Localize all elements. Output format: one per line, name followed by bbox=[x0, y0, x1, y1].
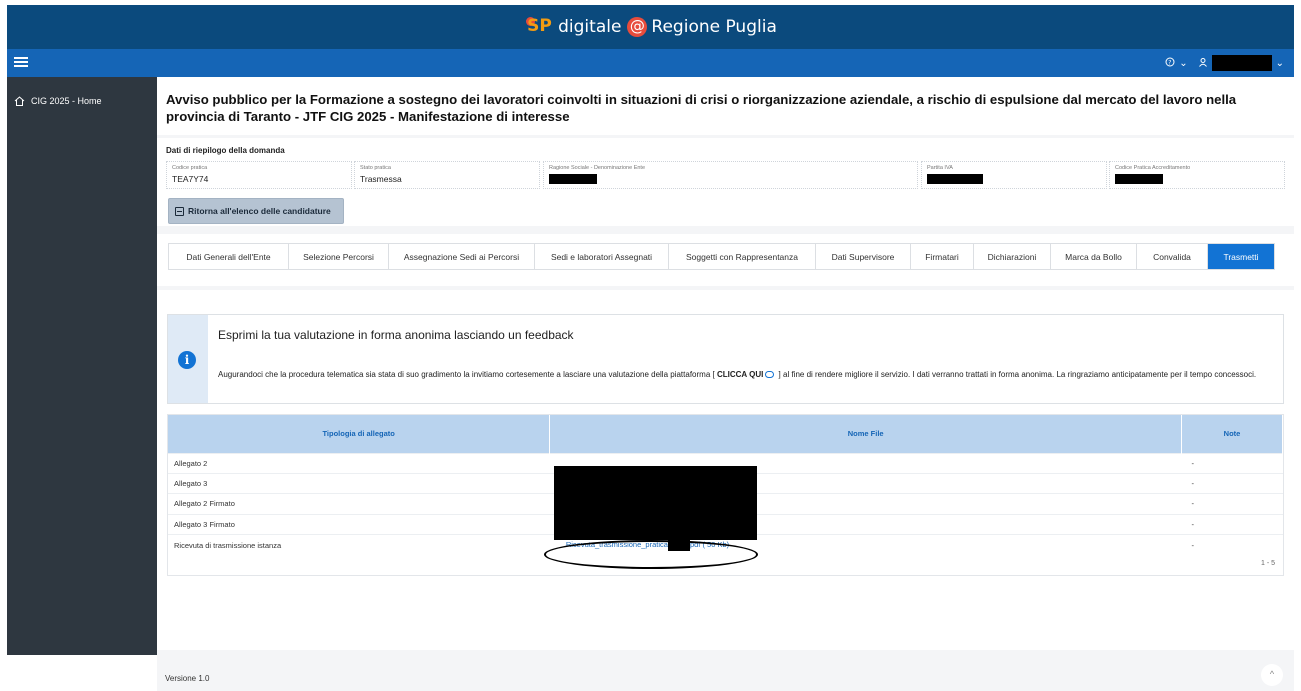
at-logo-icon: @ bbox=[627, 17, 648, 37]
back-to-list-button[interactable]: Ritorna all'elenco delle candidature bbox=[168, 198, 344, 224]
feedback-text: Augurandoci che la procedura telematica … bbox=[218, 370, 1257, 379]
tab-dichiarazioni[interactable]: Dichiarazioni bbox=[974, 244, 1051, 269]
footer: Versione 1.0 ^ bbox=[157, 655, 1294, 691]
brand-logo[interactable]: SP digitale @ Regione Puglia bbox=[524, 15, 777, 39]
stato-pratica-value: Trasmessa bbox=[360, 174, 402, 184]
highlight-oval bbox=[544, 540, 758, 569]
tabs-region: Dati Generali dell'Ente Selezione Percor… bbox=[157, 234, 1294, 286]
column-header-nome-file[interactable]: Nome File bbox=[549, 415, 1183, 453]
attachment-type: Allegato 3 Firmato bbox=[168, 513, 550, 535]
navbar-right: ? ⌄ ⌄ bbox=[1165, 55, 1284, 71]
version-label: Versione 1.0 bbox=[165, 674, 210, 683]
feedback-link[interactable]: CLICCA QUI bbox=[717, 370, 763, 379]
feedback-alert: i Esprimi la tua valutazione in forma an… bbox=[167, 314, 1284, 404]
tab-firmatari[interactable]: Firmatari bbox=[911, 244, 974, 269]
sidebar-item-home[interactable]: CIG 2025 - Home bbox=[7, 77, 157, 106]
feedback-title: Esprimi la tua valutazione in forma anon… bbox=[218, 328, 574, 342]
attachment-type: Allegato 2 Firmato bbox=[168, 493, 550, 515]
attachment-note: - bbox=[1181, 534, 1283, 555]
table-pagination: 1 - 5 bbox=[1260, 560, 1275, 567]
column-header-tipologia[interactable]: Tipologia di allegato bbox=[168, 415, 551, 453]
svg-text:?: ? bbox=[1168, 59, 1171, 66]
brand-region: Regione Puglia bbox=[651, 17, 777, 37]
tab-dati-generali[interactable]: Dati Generali dell'Ente bbox=[169, 244, 289, 269]
tab-soggetti-rappresentanza[interactable]: Soggetti con Rappresentanza bbox=[669, 244, 816, 269]
feedback-icon-column: i bbox=[168, 315, 208, 403]
tab-marca-da-bollo[interactable]: Marca da Bollo bbox=[1051, 244, 1137, 269]
scroll-top-button[interactable]: ^ bbox=[1261, 664, 1283, 686]
user-icon[interactable] bbox=[1198, 57, 1208, 70]
summary-heading: Dati di riepilogo della domanda bbox=[166, 146, 285, 155]
summary-panel: Dati di riepilogo della domanda Codice p… bbox=[157, 138, 1294, 226]
ragione-sociale-redacted bbox=[549, 174, 597, 184]
info-icon: i bbox=[178, 351, 196, 369]
main-content: Avviso pubblico per la Formazione a sost… bbox=[157, 77, 1294, 655]
attachment-note: - bbox=[1181, 452, 1283, 474]
user-name-redacted[interactable] bbox=[1211, 55, 1272, 71]
column-header-note[interactable]: Note bbox=[1181, 415, 1283, 453]
attachments-table-region: Tipologia di allegato Nome File Note All… bbox=[167, 414, 1284, 576]
tab-selezione-percorsi[interactable]: Selezione Percorsi bbox=[289, 244, 389, 269]
codice-pratica-value: TEA7Y74 bbox=[172, 174, 209, 184]
page-title: Avviso pubblico per la Formazione a sost… bbox=[166, 92, 1237, 124]
attachment-type: Allegato 3 bbox=[168, 472, 550, 494]
field-partita-iva: Partita IVA bbox=[921, 161, 1107, 189]
file-names-redacted bbox=[554, 466, 757, 540]
menu-icon[interactable] bbox=[14, 55, 28, 69]
field-codice-accreditamento: Codice Pratica Accreditamento bbox=[1109, 161, 1285, 189]
trasmetti-panel: i Esprimi la tua valutazione in forma an… bbox=[157, 290, 1294, 650]
home-icon bbox=[14, 96, 25, 106]
top-header: SP digitale @ Regione Puglia bbox=[7, 5, 1294, 49]
user-chevron-icon[interactable]: ⌄ bbox=[1276, 58, 1284, 69]
tab-convalida[interactable]: Convalida bbox=[1137, 244, 1208, 269]
attachment-note: - bbox=[1181, 472, 1283, 494]
sidebar-item-label: CIG 2025 - Home bbox=[31, 96, 102, 106]
brand-name: digitale bbox=[558, 17, 622, 37]
navbar: ? ⌄ ⌄ bbox=[7, 49, 1294, 77]
attachment-type: Allegato 2 bbox=[168, 452, 550, 474]
field-stato-pratica: Stato pratica Trasmessa bbox=[354, 161, 540, 189]
tab-assegnazione-sedi[interactable]: Assegnazione Sedi ai Percorsi bbox=[389, 244, 535, 269]
field-ragione-sociale: Ragione Sociale - Denominazione Ente bbox=[543, 161, 918, 189]
sp-logo-icon: SP bbox=[526, 16, 552, 36]
attachment-type: Ricevuta di trasmissione istanza bbox=[168, 534, 550, 555]
tab-trasmetti[interactable]: Trasmetti bbox=[1208, 244, 1274, 269]
chat-icon[interactable] bbox=[765, 371, 775, 379]
partita-iva-redacted bbox=[927, 174, 983, 184]
codice-accreditamento-redacted bbox=[1115, 174, 1163, 184]
help-chevron-icon[interactable]: ⌄ bbox=[1179, 58, 1187, 69]
help-menu-icon[interactable]: ? bbox=[1165, 57, 1175, 70]
field-codice-pratica: Codice pratica TEA7Y74 bbox=[166, 161, 352, 189]
attachment-note: - bbox=[1181, 513, 1283, 535]
title-region: Avviso pubblico per la Formazione a sost… bbox=[157, 77, 1294, 135]
attachment-note: - bbox=[1181, 493, 1283, 515]
back-icon bbox=[175, 206, 184, 216]
tab-dati-supervisore[interactable]: Dati Supervisore bbox=[816, 244, 911, 269]
sidebar: CIG 2025 - Home bbox=[7, 77, 157, 655]
tab-bar: Dati Generali dell'Ente Selezione Percor… bbox=[168, 243, 1275, 270]
tab-sedi-laboratori[interactable]: Sedi e laboratori Assegnati bbox=[535, 244, 669, 269]
